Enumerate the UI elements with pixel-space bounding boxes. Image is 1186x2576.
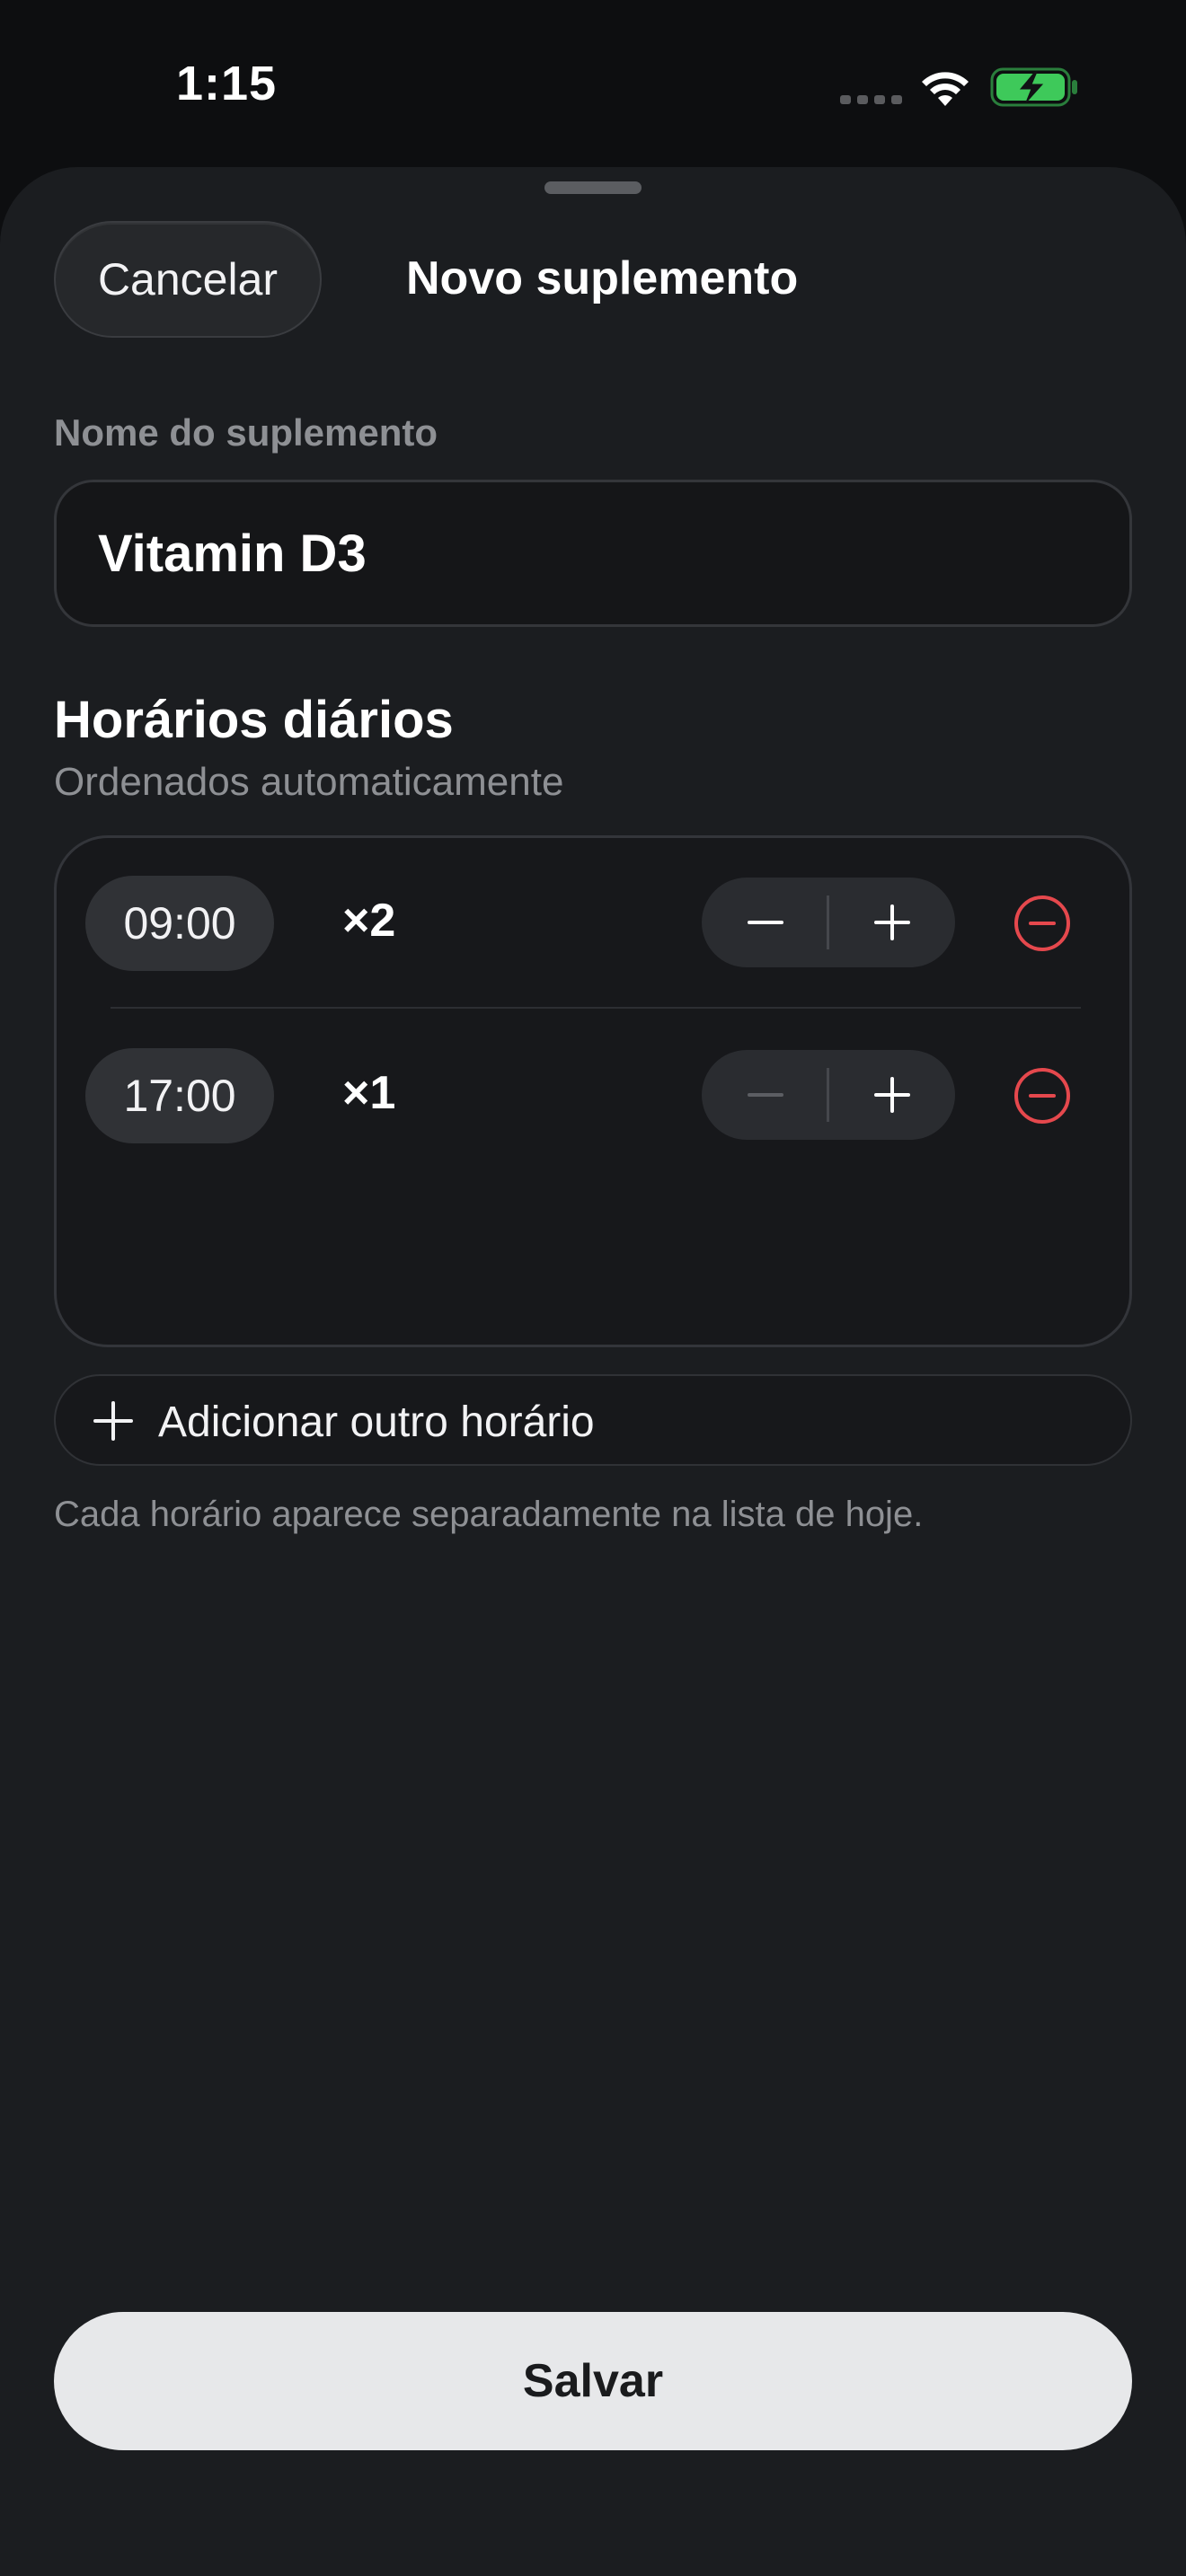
quantity-label: ×1 bbox=[342, 1067, 396, 1119]
increment-button[interactable] bbox=[828, 878, 955, 967]
wifi-icon bbox=[922, 72, 969, 106]
decrement-button-disabled[interactable] bbox=[702, 1050, 828, 1140]
sheet-title: Novo suplemento bbox=[406, 252, 799, 304]
remove-time-button[interactable] bbox=[1011, 1064, 1074, 1127]
add-time-button[interactable]: Adicionar outro horário bbox=[54, 1374, 1132, 1466]
new-supplement-sheet: Cancelar Novo suplemento Nome do supleme… bbox=[0, 167, 1186, 2576]
supplement-name-input[interactable]: Vitamin D3 bbox=[54, 480, 1132, 627]
quantity-stepper bbox=[702, 1050, 955, 1140]
plus-icon bbox=[93, 1401, 133, 1441]
daily-times-subtitle: Ordenados automaticamente bbox=[54, 760, 564, 804]
quantity-stepper bbox=[702, 878, 955, 967]
save-button[interactable]: Salvar bbox=[54, 2312, 1132, 2450]
decrement-button[interactable] bbox=[702, 878, 828, 967]
sheet-grabber[interactable] bbox=[544, 181, 642, 194]
minus-icon bbox=[747, 1093, 783, 1097]
add-time-label: Adicionar outro horário bbox=[158, 1398, 595, 1446]
status-bar: 1:15 bbox=[0, 0, 1186, 171]
time-row: 09:00 ×2 bbox=[57, 838, 1135, 1009]
plus-icon bbox=[873, 904, 910, 940]
time-picker[interactable]: 09:00 bbox=[85, 876, 274, 971]
time-row: 17:00 ×1 bbox=[57, 1010, 1135, 1181]
plus-icon bbox=[873, 1077, 910, 1113]
daily-times-card: 09:00 ×2 17:00 ×1 bbox=[54, 835, 1132, 1347]
minus-icon bbox=[747, 921, 783, 924]
time-picker[interactable]: 17:00 bbox=[85, 1048, 274, 1143]
helper-text: Cada horário aparece separadamente na li… bbox=[54, 1495, 924, 1534]
cancel-button[interactable]: Cancelar bbox=[54, 221, 322, 338]
quantity-label: ×2 bbox=[342, 895, 396, 947]
increment-button[interactable] bbox=[828, 1050, 955, 1140]
status-time: 1:15 bbox=[176, 57, 278, 110]
remove-time-button[interactable] bbox=[1011, 892, 1074, 955]
supplement-name-value: Vitamin D3 bbox=[98, 524, 367, 583]
daily-times-title: Horários diários bbox=[54, 691, 454, 749]
row-divider bbox=[111, 1007, 1081, 1009]
battery-charging-icon bbox=[990, 67, 1077, 107]
supplement-name-label: Nome do suplemento bbox=[54, 411, 438, 454]
cellular-signal-icon bbox=[840, 95, 902, 104]
